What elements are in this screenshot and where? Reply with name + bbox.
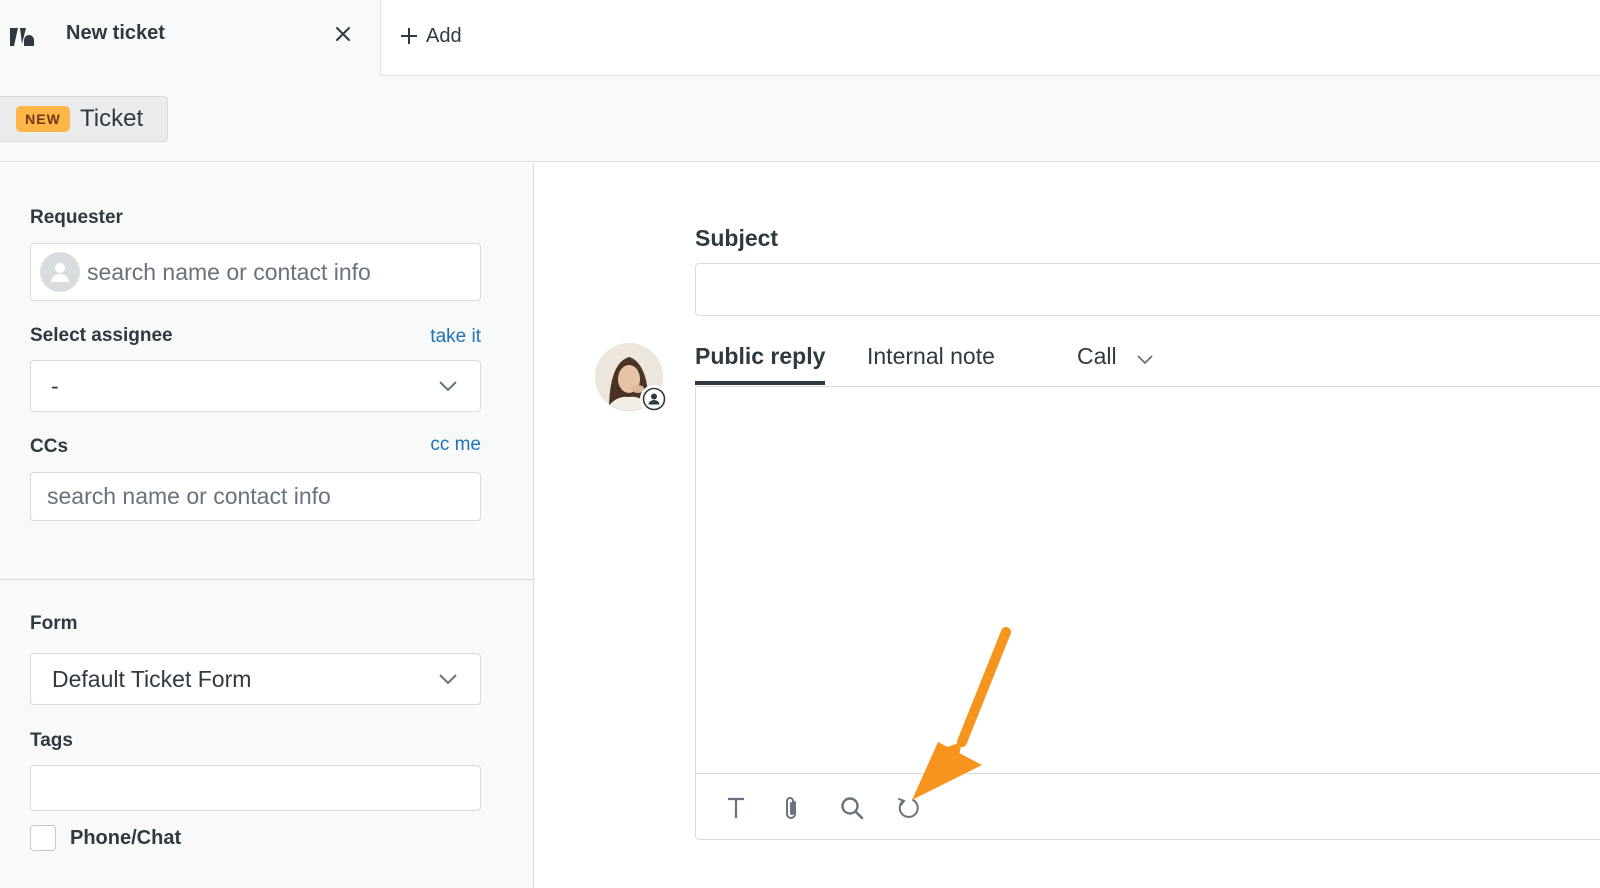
- sidebar-divider: [0, 579, 533, 580]
- tab-call[interactable]: Call: [1077, 343, 1117, 370]
- form-select[interactable]: Default Ticket Form: [30, 653, 481, 705]
- ccs-label: CCs: [30, 436, 69, 457]
- ticket-breadcrumb[interactable]: NEW Ticket: [0, 96, 168, 142]
- active-tab-indicator: [695, 381, 825, 385]
- new-status-badge: NEW: [16, 106, 70, 132]
- top-tab-bar: New ticket Add: [0, 0, 1600, 77]
- paperclip-icon[interactable]: [778, 794, 806, 822]
- chevron-down-icon: [439, 674, 457, 685]
- agent-role-badge: [640, 385, 668, 413]
- macro-undo-icon[interactable]: [894, 794, 922, 822]
- ticket-main-area: Subject Public reply Internal note Call: [535, 163, 1600, 888]
- ticket-label: Ticket: [80, 105, 144, 132]
- chevron-down-icon: [439, 381, 457, 392]
- user-avatar-icon: [40, 252, 80, 292]
- phone-chat-checkbox[interactable]: [30, 825, 56, 851]
- ticket-subheader: NEW Ticket: [0, 76, 1600, 162]
- tags-label: Tags: [30, 730, 73, 751]
- ticket-properties-sidebar: Requester search name or contact info Se…: [0, 163, 534, 888]
- ccs-placeholder: search name or contact info: [47, 483, 331, 509]
- form-value: Default Ticket Form: [52, 665, 252, 692]
- add-tab-button[interactable]: Add: [400, 18, 462, 54]
- cc-me-link[interactable]: cc me: [430, 434, 481, 456]
- assignee-label: Select assignee: [30, 325, 173, 346]
- add-tab-label: Add: [426, 24, 462, 47]
- chevron-down-icon[interactable]: [1137, 355, 1153, 365]
- phone-chat-label: Phone/Chat: [70, 827, 182, 849]
- assignee-select[interactable]: -: [30, 360, 481, 412]
- plus-icon: [401, 28, 417, 44]
- reply-type-tabs: Public reply Internal note Call: [695, 339, 1600, 387]
- reply-editor[interactable]: [695, 388, 1600, 840]
- requester-input[interactable]: search name or contact info: [30, 243, 481, 301]
- tab-new-ticket[interactable]: New ticket: [0, 0, 381, 77]
- requester-label: Requester: [30, 207, 123, 228]
- tab-title: New ticket: [66, 22, 165, 44]
- subject-label: Subject: [695, 225, 779, 251]
- subject-input[interactable]: [695, 263, 1600, 316]
- take-it-link[interactable]: take it: [430, 326, 481, 348]
- assignee-value: -: [51, 372, 59, 399]
- tags-input[interactable]: [30, 765, 481, 811]
- tab-public-reply[interactable]: Public reply: [695, 343, 825, 370]
- requester-placeholder: search name or contact info: [87, 258, 371, 285]
- zendesk-logo-icon[interactable]: [8, 24, 36, 48]
- tab-internal-note[interactable]: Internal note: [867, 343, 995, 370]
- ccs-input[interactable]: search name or contact info: [30, 472, 481, 521]
- close-icon[interactable]: [333, 24, 353, 44]
- editor-toolbar: [696, 773, 1600, 839]
- text-format-icon[interactable]: [722, 794, 750, 822]
- search-icon[interactable]: [838, 794, 866, 822]
- form-label: Form: [30, 613, 78, 634]
